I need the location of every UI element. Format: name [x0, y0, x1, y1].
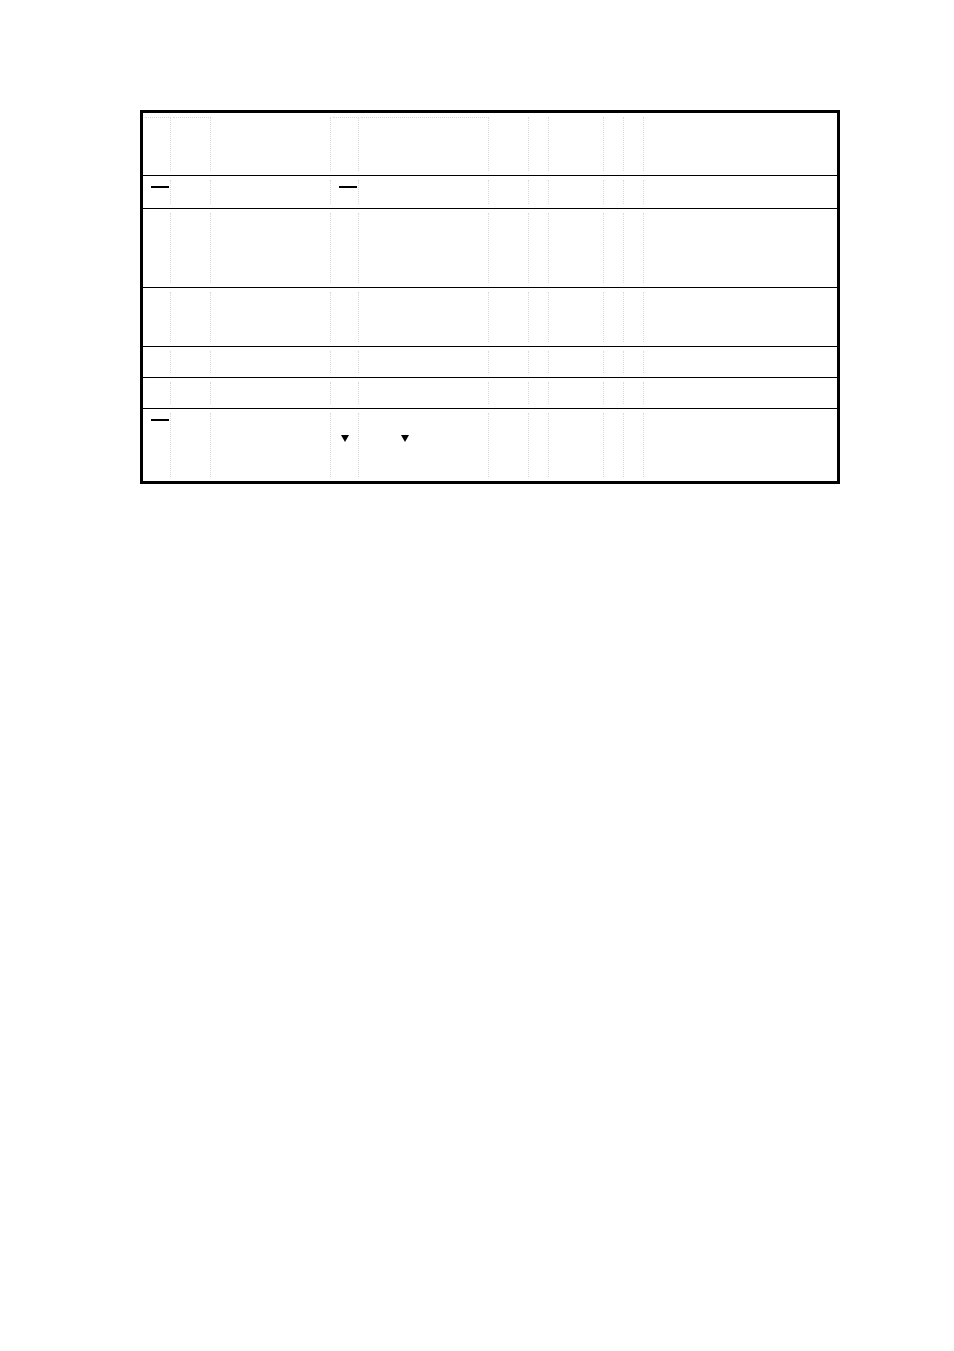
- cell: [331, 288, 359, 346]
- table-header-row: [143, 113, 837, 175]
- header-cell: [331, 113, 359, 175]
- cell: [171, 209, 211, 287]
- dash-mark: [151, 419, 169, 421]
- table-row: [143, 287, 837, 346]
- cell: [331, 378, 359, 408]
- cell: [604, 209, 624, 287]
- cell: [143, 378, 171, 408]
- table-row: [143, 408, 837, 481]
- cell: [143, 288, 171, 346]
- cell: [549, 288, 604, 346]
- page: [0, 0, 954, 1351]
- cell: [211, 209, 331, 287]
- cell: [489, 176, 529, 208]
- cell: [171, 288, 211, 346]
- cell: [489, 409, 529, 481]
- cell: [644, 409, 837, 481]
- cell: [359, 378, 489, 408]
- cell: [359, 176, 489, 208]
- cell: [549, 378, 604, 408]
- dash-mark: [339, 186, 357, 188]
- table-row: [143, 208, 837, 287]
- cell: [359, 409, 489, 481]
- cell: [489, 288, 529, 346]
- cell: [624, 347, 644, 377]
- cell: [604, 409, 624, 481]
- cell: [529, 409, 549, 481]
- cell: [529, 176, 549, 208]
- table-row: [143, 175, 837, 208]
- header-cell: [624, 113, 644, 175]
- cell: [211, 176, 331, 208]
- cell: [549, 347, 604, 377]
- cell: [604, 288, 624, 346]
- cell: [211, 378, 331, 408]
- cell: [529, 209, 549, 287]
- header-cell: [211, 113, 331, 175]
- header-cell: [359, 113, 489, 175]
- cell: [644, 176, 837, 208]
- cell: [529, 288, 549, 346]
- cell: [171, 176, 211, 208]
- cell: [143, 176, 171, 208]
- header-cell: [549, 113, 604, 175]
- triangle-down-icon: [341, 435, 349, 442]
- dash-mark: [151, 186, 169, 188]
- cell: [624, 409, 644, 481]
- cell: [211, 347, 331, 377]
- cell: [529, 347, 549, 377]
- cell: [624, 209, 644, 287]
- cell: [331, 209, 359, 287]
- cell: [604, 378, 624, 408]
- cell: [529, 378, 549, 408]
- triangle-down-icon: [401, 435, 409, 442]
- cell: [624, 288, 644, 346]
- cell: [489, 378, 529, 408]
- cell: [549, 176, 604, 208]
- cell: [171, 347, 211, 377]
- cell: [644, 347, 837, 377]
- cell: [644, 209, 837, 287]
- cell: [359, 288, 489, 346]
- cell: [604, 176, 624, 208]
- cell: [171, 378, 211, 408]
- cell: [359, 347, 489, 377]
- cell: [331, 347, 359, 377]
- table-row: [143, 377, 837, 408]
- table: [140, 110, 840, 484]
- cell: [489, 347, 529, 377]
- cell: [143, 409, 171, 481]
- cell: [171, 409, 211, 481]
- cell: [143, 347, 171, 377]
- cell: [143, 209, 171, 287]
- cell: [211, 288, 331, 346]
- cell: [331, 409, 359, 481]
- cell: [624, 378, 644, 408]
- cell: [604, 347, 624, 377]
- header-cell: [529, 113, 549, 175]
- header-cell: [489, 113, 529, 175]
- cell: [211, 409, 331, 481]
- cell: [359, 209, 489, 287]
- header-cell: [604, 113, 624, 175]
- header-cell: [171, 113, 211, 175]
- header-cell: [143, 113, 171, 175]
- cell: [644, 378, 837, 408]
- cell: [489, 209, 529, 287]
- cell: [644, 288, 837, 346]
- table-row: [143, 346, 837, 377]
- cell: [624, 176, 644, 208]
- header-cell: [644, 113, 837, 175]
- cell: [331, 176, 359, 208]
- cell: [549, 209, 604, 287]
- cell: [549, 409, 604, 481]
